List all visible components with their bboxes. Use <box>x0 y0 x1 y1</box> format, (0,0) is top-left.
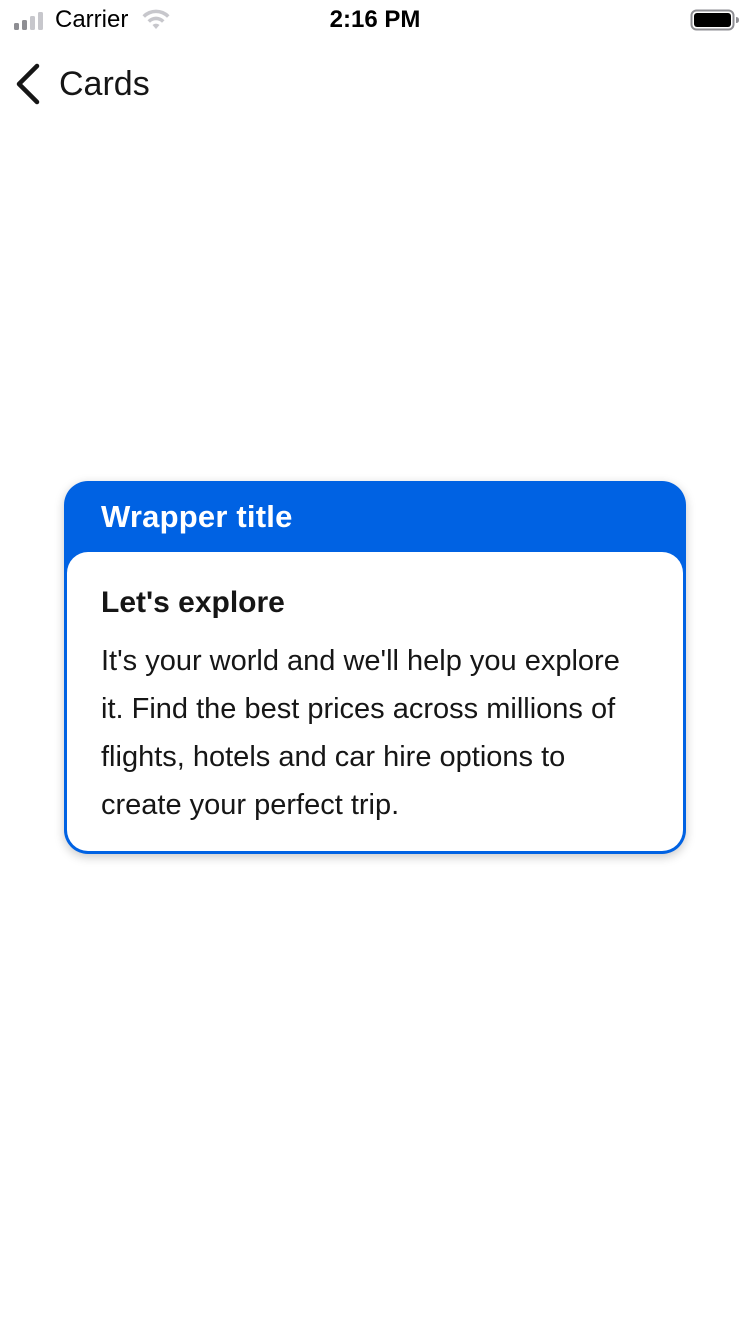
wrapper-title: Wrapper title <box>101 498 293 534</box>
card-heading: Let's explore <box>101 586 285 619</box>
chevron-left-icon <box>16 63 40 105</box>
card-description: It's your world and we'll help you explo… <box>101 645 620 821</box>
card-header: Wrapper title <box>67 481 683 552</box>
status-bar: Carrier 2:16 PM <box>0 0 750 40</box>
card-body[interactable]: Let's explore It's your world and we'll … <box>67 552 683 851</box>
card-wrapper: Wrapper title Let's explore It's your wo… <box>64 481 686 854</box>
page-title: Cards <box>59 65 150 103</box>
clock-time: 2:16 PM <box>329 6 421 33</box>
back-button[interactable]: Cards <box>14 60 150 108</box>
battery-icon <box>690 9 739 31</box>
